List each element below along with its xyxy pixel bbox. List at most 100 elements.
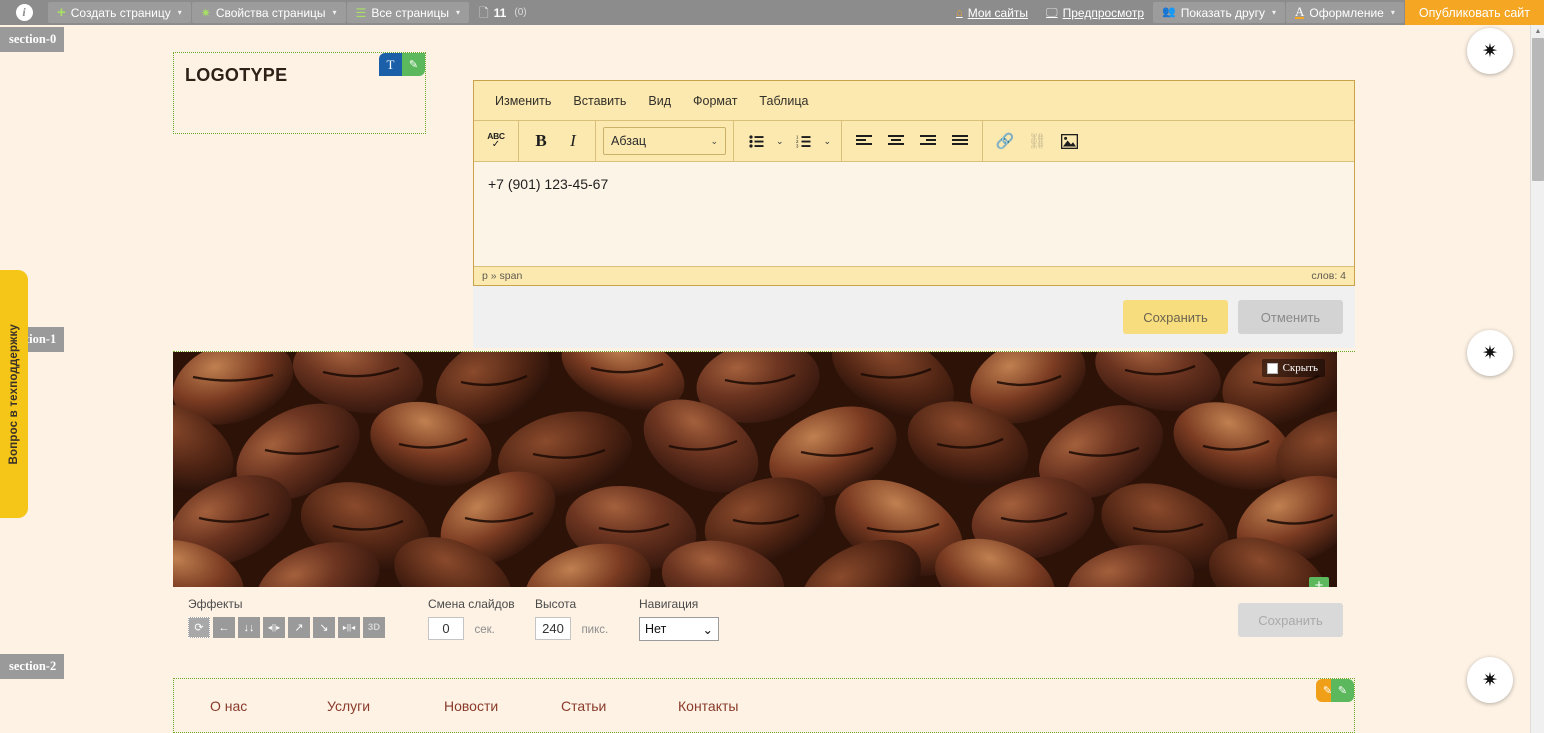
monitor-icon: 🖵	[1046, 5, 1058, 19]
navigation-value: Нет	[645, 622, 667, 636]
appearance-label: Оформление	[1309, 5, 1384, 20]
nav-link-articles[interactable]: Статьи	[561, 698, 678, 714]
menu-edit[interactable]: Изменить	[486, 90, 560, 112]
effect-slide-down-button[interactable]: ↓↓	[238, 617, 260, 638]
support-request-label: Вопрос в техподдержку	[8, 323, 20, 465]
section-tab-2[interactable]: section-2	[0, 654, 65, 679]
align-center-icon[interactable]	[881, 126, 911, 156]
home-icon: ⌂	[956, 6, 963, 19]
word-count: слов: 4	[1311, 270, 1346, 282]
edit-pencil-icon[interactable]: ✎	[402, 53, 425, 76]
create-page-button[interactable]: + Создать страницу ▾	[48, 2, 191, 23]
text-badge[interactable]: T	[379, 53, 402, 76]
bold-button[interactable]: B	[526, 126, 556, 156]
text-badge-label: T	[386, 56, 395, 72]
my-sites-link[interactable]: ⌂ Мои сайты	[947, 0, 1037, 25]
nav-link-news[interactable]: Новости	[444, 698, 561, 714]
paragraph-format-value: Абзац	[611, 134, 647, 148]
info-button[interactable]: i	[0, 0, 48, 25]
section-settings-gear-0[interactable]: ✷	[1467, 28, 1513, 74]
site-navigation-section: О нас Услуги Новости Статьи Контакты ✎ ✎	[173, 678, 1355, 733]
slide-change-input[interactable]: 0	[428, 617, 464, 640]
effect-zoom-in-button[interactable]: ↗	[288, 617, 310, 638]
logotype-badges: T ✎	[379, 53, 425, 76]
preview-link[interactable]: 🖵 Предпросмотр	[1037, 0, 1153, 25]
nav-edit-pencil-icon[interactable]: ✎	[1331, 679, 1354, 702]
effect-slide-down-icon: ↓↓	[243, 621, 255, 634]
align-right-icon[interactable]	[913, 126, 943, 156]
element-path[interactable]: p » span	[482, 270, 522, 282]
paragraph-format-select[interactable]: Абзац ⌄	[603, 127, 726, 155]
slider-save-wrapper: Сохранить	[1238, 603, 1343, 637]
menu-format[interactable]: Формат	[684, 90, 746, 112]
save-button[interactable]: Сохранить	[1123, 300, 1228, 334]
nav-link-about[interactable]: О нас	[210, 698, 327, 714]
align-center-svg	[888, 135, 905, 145]
effects-field: Эффекты ⟳ ← ↓↓ ◂||▸ ↗ ↘ ▸||◂ 3D	[188, 597, 428, 638]
publish-site-label: Опубликовать сайт	[1418, 5, 1530, 20]
effect-shuffle-button[interactable]: ⟳	[188, 617, 210, 638]
scrollbar-thumb[interactable]	[1532, 38, 1544, 181]
bullet-list-chevron-down-icon[interactable]: ⌄	[773, 136, 787, 147]
effect-3d-button[interactable]: 3D	[363, 617, 385, 638]
section-tab-0[interactable]: section-0	[0, 27, 65, 52]
effect-split-out-button[interactable]: ◂||▸	[263, 617, 285, 638]
menu-table[interactable]: Таблица	[750, 90, 817, 112]
section-settings-gear-1[interactable]: ✷	[1467, 330, 1513, 376]
page-properties-button[interactable]: ✷ Свойства страницы ▾	[191, 2, 346, 23]
nav-link-contacts[interactable]: Контакты	[678, 698, 795, 714]
hide-slide-checkbox[interactable]: Скрыть	[1261, 359, 1325, 377]
effect-split-in-icon: ▸||◂	[342, 623, 356, 632]
page-count-value: 11	[493, 5, 507, 20]
hide-slide-label: Скрыть	[1282, 362, 1318, 374]
menu-view-label: Вид	[648, 93, 672, 108]
show-to-friend-button[interactable]: 👥 Показать другу ▾	[1153, 2, 1285, 23]
toolbar-group-lists: ⌄ 1 2 3 ⌄	[734, 121, 843, 161]
all-pages-button[interactable]: ☰ Все страницы ▾	[346, 2, 470, 23]
menu-view[interactable]: Вид	[639, 90, 680, 112]
insert-image-icon[interactable]	[1054, 126, 1084, 156]
align-justify-svg	[952, 135, 969, 145]
chevron-down-icon: ▾	[456, 8, 461, 17]
numbered-list-chevron-down-icon[interactable]: ⌄	[821, 136, 835, 147]
height-input[interactable]: 240	[535, 617, 571, 640]
nav-link-services[interactable]: Услуги	[327, 698, 444, 714]
add-slide-label: +	[1314, 577, 1324, 587]
scroll-up-arrow-icon[interactable]: ▲	[1531, 25, 1544, 38]
chevron-down-icon: ▾	[1271, 8, 1276, 17]
rich-text-editor: Изменить Вставить Вид Формат Таблица ABC…	[473, 80, 1355, 286]
link-icon[interactable]: 🔗	[990, 126, 1020, 156]
page-counter[interactable]: 🗋 11 (0)	[470, 2, 536, 23]
effect-zoom-out-button[interactable]: ↘	[313, 617, 335, 638]
menu-insert[interactable]: Вставить	[564, 90, 635, 112]
logotype-block[interactable]: LOGOTYPE T ✎	[173, 52, 426, 134]
chevron-down-icon: ▾	[1390, 8, 1395, 17]
slide-change-field: Смена слайдов 0 сек.	[428, 597, 535, 640]
editor-content-area[interactable]: +7 (901) 123-45-67	[474, 162, 1354, 266]
checkbox-box	[1266, 362, 1278, 374]
align-justify-icon[interactable]	[945, 126, 975, 156]
toolbar-group-insert: 🔗 ⛓	[983, 121, 1091, 161]
font-a-icon: A	[1294, 4, 1305, 19]
section-settings-gear-2[interactable]: ✷	[1467, 657, 1513, 703]
navigation-select[interactable]: Нет ⌄	[639, 617, 719, 641]
slide-change-label: Смена слайдов	[428, 597, 515, 611]
effect-zoom-in-icon: ↗	[294, 622, 304, 634]
bullet-list-icon[interactable]	[741, 126, 771, 156]
cancel-button[interactable]: Отменить	[1238, 300, 1343, 334]
save-button-label: Сохранить	[1143, 309, 1208, 325]
publish-site-button[interactable]: Опубликовать сайт	[1404, 0, 1544, 25]
gear-icon: ✷	[1482, 342, 1498, 364]
slide-image[interactable]: Скрыть +	[173, 352, 1337, 587]
italic-button[interactable]: I	[558, 126, 588, 156]
add-slide-button[interactable]: +	[1309, 577, 1329, 587]
effect-split-in-button[interactable]: ▸||◂	[338, 617, 360, 638]
spellcheck-icon[interactable]: ABC ✓	[481, 126, 511, 156]
align-left-icon[interactable]	[849, 126, 879, 156]
page-scrollbar[interactable]: ▲	[1530, 25, 1544, 733]
editor-paragraph: +7 (901) 123-45-67	[488, 176, 609, 192]
support-request-tab[interactable]: Вопрос в техподдержку	[0, 270, 28, 518]
numbered-list-icon[interactable]: 1 2 3	[789, 126, 819, 156]
appearance-button[interactable]: A Оформление ▾	[1285, 2, 1404, 23]
effect-slide-left-button[interactable]: ←	[213, 617, 235, 638]
